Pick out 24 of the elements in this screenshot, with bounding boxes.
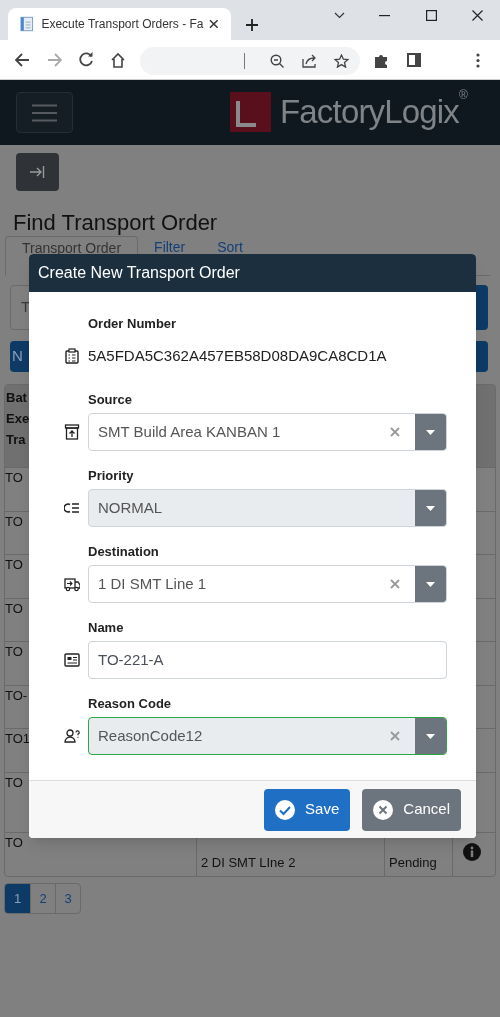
- table-cell: TO: [5, 556, 23, 574]
- table-cell: TO: [5, 833, 23, 852]
- field-label: Destination: [88, 543, 159, 561]
- table-cell: TO: [5, 773, 23, 792]
- modal-title: Create New Transport Order: [29, 254, 476, 292]
- field-label: Reason Code: [88, 695, 172, 713]
- page-title: Find Transport Order: [13, 209, 218, 237]
- table-cell: TO: [5, 512, 23, 531]
- column-header: Bat: [6, 389, 27, 407]
- table-cell: Pending: [389, 853, 437, 872]
- table-cell: TO: [5, 643, 23, 661]
- field-label: Priority: [88, 467, 134, 485]
- field-label: Order Number: [88, 315, 177, 333]
- order-number: 5A5FDA5C362A457EB58D08DA9CA8CD1A: [88, 345, 387, 366]
- table-cell: TO-: [5, 686, 28, 705]
- column-header: Exe: [6, 410, 30, 428]
- table-cell: 2 DI SMT LIne 2: [201, 853, 296, 872]
- field-label: Source: [88, 391, 133, 409]
- table-cell: TO1: [5, 730, 31, 748]
- field-label: Name: [88, 619, 124, 637]
- column-header: Tra: [6, 431, 26, 449]
- table-cell: TO: [5, 469, 23, 487]
- table-cell: TO: [5, 599, 23, 618]
- tab-title: Execute Transport Orders - Fa: [41, 16, 202, 33]
